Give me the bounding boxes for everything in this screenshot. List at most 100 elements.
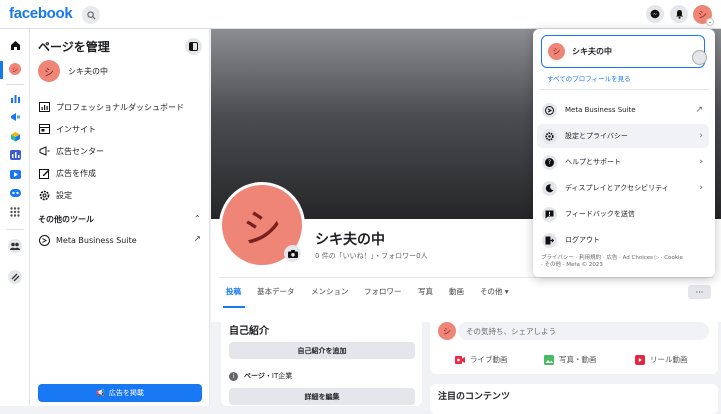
menu-item-label: ログアウト xyxy=(565,236,600,244)
sidebar-item-ad-center[interactable]: 広告センター xyxy=(38,144,203,158)
tab-more[interactable]: その他 ▾ xyxy=(480,286,509,297)
sidebar-item-label: プロフェッショナルダッシュボード xyxy=(56,102,184,112)
photo-icon xyxy=(544,354,554,365)
facebook-logo[interactable]: facebook xyxy=(9,5,73,22)
sidebar-item-label: 広告センター xyxy=(56,146,104,156)
page-category: i ページ ・IT企業 xyxy=(229,371,292,381)
meta-business-icon xyxy=(542,102,557,118)
sidebar-page-switcher[interactable]: シ シキ夫の中 xyxy=(38,60,108,82)
messenger-icon xyxy=(650,9,660,19)
post-input[interactable]: その気持ち、シェアしよう xyxy=(458,322,709,340)
search-button[interactable] xyxy=(82,6,100,24)
tab-posts[interactable]: 投稿 xyxy=(226,286,241,297)
menu-item-label: フィードバックを送信 xyxy=(565,210,635,218)
post-composer: シ その気持ち、シェアしよう ライブ動画 写真・動画 リール動画 xyxy=(430,316,718,374)
dashboard-icon xyxy=(38,101,50,113)
bell-icon xyxy=(675,10,683,19)
moon-icon xyxy=(542,180,557,196)
megaphone-icon xyxy=(38,145,50,157)
menu-item-label: ヘルプとサポート xyxy=(565,158,621,166)
menu-item-settings-privacy[interactable]: 設定とプライバシー › xyxy=(537,124,709,148)
tab-photos[interactable]: 写真 xyxy=(418,286,433,297)
meta-business-icon xyxy=(38,234,50,246)
profile-name: シキ夫の中 xyxy=(572,47,612,56)
gear-icon xyxy=(38,189,50,201)
sidebar-item-settings[interactable]: 設定 xyxy=(38,188,203,202)
panel-icon xyxy=(189,42,198,51)
featured-card: 注目のコンテンツ xyxy=(430,384,718,414)
tab-more-label: その他 xyxy=(480,287,503,296)
manage-page-sidebar: ページを管理 シ シキ夫の中 プロフェッショナルダッシュボード インサイト 広告… xyxy=(30,29,210,406)
sidebar-item-create-ad[interactable]: 広告を作成 xyxy=(38,166,203,180)
messenger-button[interactable] xyxy=(646,5,664,23)
sidebar-item-meta-business-suite[interactable]: Meta Business Suite xyxy=(38,233,203,247)
chevron-down-icon[interactable]: ⌄ xyxy=(706,18,714,26)
footer-links[interactable]: プライバシー · 利用規約 · 広告 · Ad Choices ▷ · Cook… xyxy=(541,255,709,262)
reel-label: リール動画 xyxy=(650,355,688,364)
reel-button[interactable]: リール動画 xyxy=(635,354,688,365)
people-icon[interactable] xyxy=(8,239,22,253)
feedback-icon xyxy=(542,206,557,222)
menu-item-label: Meta Business Suite xyxy=(565,106,636,114)
link-icon[interactable] xyxy=(8,270,22,284)
chevron-right-icon: › xyxy=(699,131,703,141)
tab-followers[interactable]: フォロワー xyxy=(364,286,402,297)
photo-video-label: 写真・動画 xyxy=(559,355,597,364)
camera-button[interactable] xyxy=(284,245,301,262)
megaphone-icon[interactable] xyxy=(9,111,21,123)
grid-menu-icon[interactable] xyxy=(9,206,21,218)
collapse-sidebar-button[interactable] xyxy=(185,38,202,55)
camera-icon xyxy=(287,249,298,258)
menu-item-logout[interactable]: ログアウト xyxy=(537,228,709,252)
reel-icon xyxy=(635,354,645,365)
menu-item-display-accessibility[interactable]: ディスプレイとアクセシビリティ › xyxy=(537,176,709,200)
bar-chart-icon[interactable] xyxy=(9,92,21,104)
sidebar-item-label: Meta Business Suite xyxy=(56,235,137,245)
page-avatar-icon[interactable]: シ xyxy=(9,63,21,75)
tab-videos[interactable]: 動画 xyxy=(449,286,464,297)
gaming-icon[interactable] xyxy=(9,187,21,199)
tab-about[interactable]: 基本データ xyxy=(257,286,295,297)
sidebar-item-label: インサイト xyxy=(56,124,96,134)
account-menu: シ シキ夫の中 すべてのプロフィールを見る Meta Business Suit… xyxy=(533,29,715,277)
sidebar-item-label: 広告を作成 xyxy=(56,168,96,178)
menu-item-feedback[interactable]: フィードバックを送信 xyxy=(537,202,709,226)
live-video-button[interactable]: ライブ動画 xyxy=(455,354,508,365)
chevron-right-icon: › xyxy=(699,183,703,193)
current-profile[interactable]: シ シキ夫の中 xyxy=(541,35,707,68)
sidebar-item-dashboard[interactable]: プロフェッショナルダッシュボード xyxy=(38,100,203,114)
photo-video-button[interactable]: 写真・動画 xyxy=(544,354,597,365)
chevron-up-icon[interactable]: ⌃ xyxy=(194,214,201,223)
promote-button[interactable]: 📢 広告を掲載 xyxy=(38,384,202,402)
page-stats: 0 件の「いいね！」・フォロワー0人 xyxy=(315,252,428,260)
see-all-profiles-link[interactable]: すべてのプロフィールを見る xyxy=(547,73,631,83)
video-icon[interactable] xyxy=(9,168,21,180)
other-tools-header: その他のツール xyxy=(38,215,94,224)
info-icon: i xyxy=(229,371,238,381)
home-icon[interactable] xyxy=(9,39,21,51)
more-options-button[interactable]: ··· xyxy=(688,285,711,299)
avatar: シ xyxy=(38,60,60,82)
notifications-button[interactable] xyxy=(670,5,688,23)
sidebar-title: ページを管理 xyxy=(38,40,110,54)
cube-icon[interactable] xyxy=(9,130,21,142)
rail-active-indicator xyxy=(0,61,3,79)
menu-item-help-support[interactable]: ? ヘルプとサポート › xyxy=(537,150,709,174)
sidebar-item-insights[interactable]: インサイト xyxy=(38,122,203,136)
page-category-label: ページ xyxy=(244,372,265,380)
menu-divider xyxy=(539,89,709,90)
add-intro-button[interactable]: 自己紹介を追加 xyxy=(229,342,415,359)
live-video-label: ライブ動画 xyxy=(470,355,508,364)
menu-footer: プライバシー · 利用規約 · 広告 · Ad Choices ▷ · Cook… xyxy=(541,255,709,269)
megaphone-icon: 📢 xyxy=(96,389,105,397)
insights-chart-icon[interactable] xyxy=(9,149,21,161)
promote-button-label: 広告を掲載 xyxy=(108,389,144,397)
live-video-icon xyxy=(455,355,465,365)
edit-details-button[interactable]: 詳細を編集 xyxy=(229,388,415,405)
sidebar-item-label: 設定 xyxy=(56,190,72,200)
tab-mentions[interactable]: メンション xyxy=(311,286,349,297)
caret-down-icon: ▾ xyxy=(504,287,509,296)
menu-item-meta-business-suite[interactable]: Meta Business Suite ↗ xyxy=(537,98,709,122)
switch-profile-icon[interactable] xyxy=(692,50,707,65)
intro-title: 自己紹介 xyxy=(229,326,269,337)
